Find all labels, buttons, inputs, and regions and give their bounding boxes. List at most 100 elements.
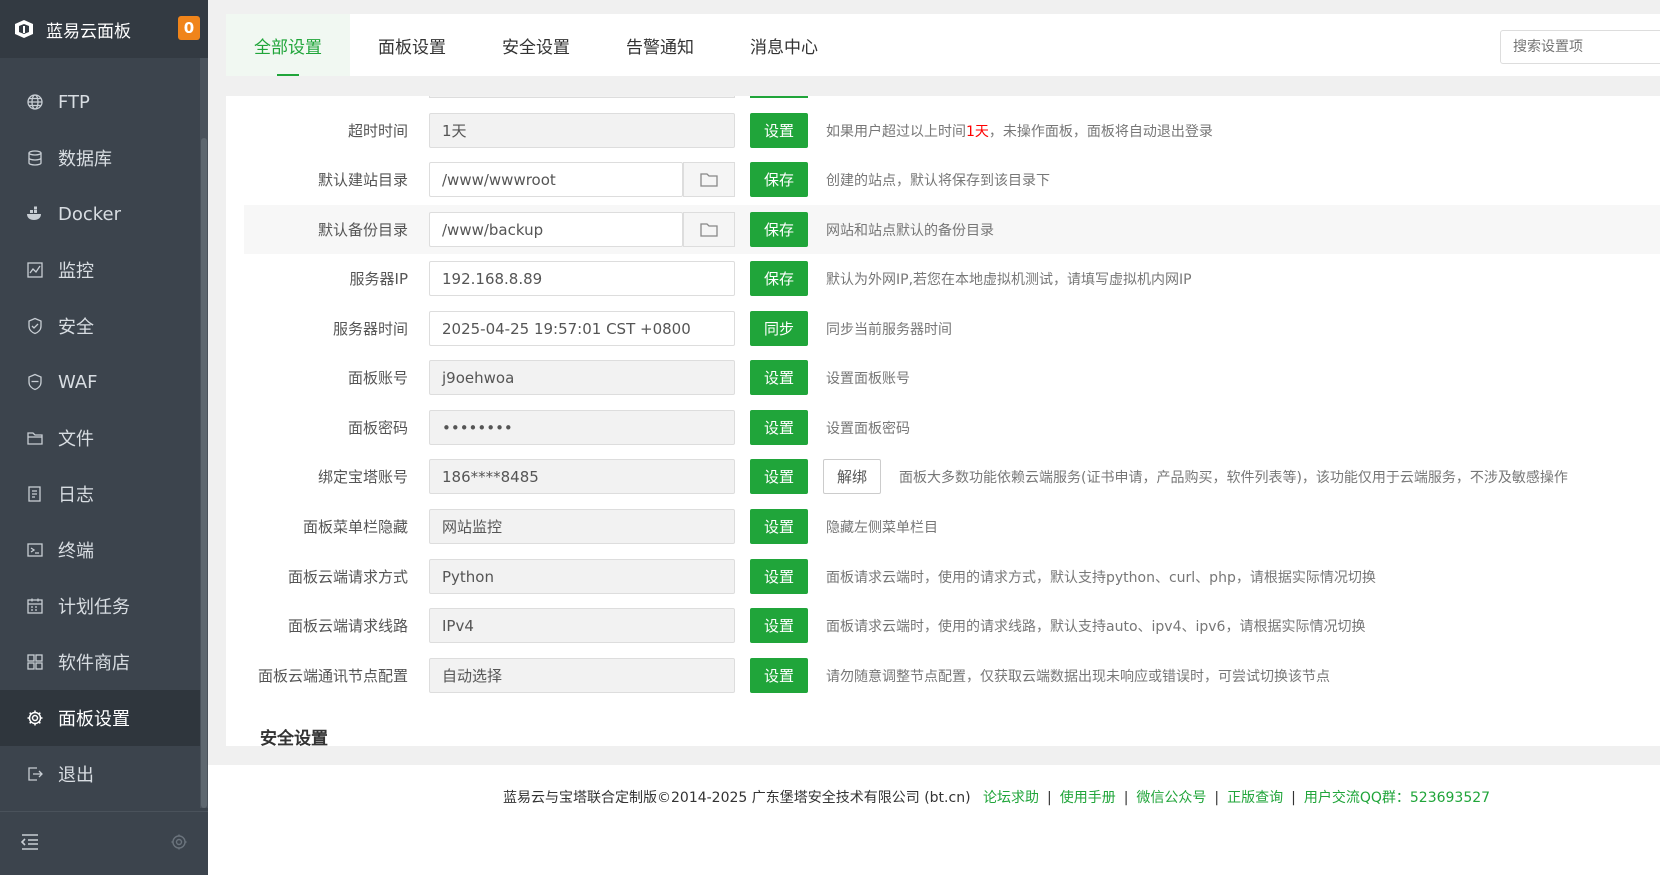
bind-account-set-button[interactable]: 设置 (750, 459, 808, 494)
sidebar-scrollbar[interactable] (200, 58, 208, 808)
notification-badge[interactable]: 0 (178, 16, 200, 40)
footer-separator: | (1291, 790, 1296, 806)
setting-label: 面板账号 (347, 369, 408, 387)
sidebar-item-store[interactable]: 软件商店 (0, 634, 208, 690)
sidebar-item-cron[interactable]: 计划任务 (0, 578, 208, 634)
setting-row-backup-dir: 默认备份目录 /www/backup 保存 网站和站点默认的备份目录 (244, 205, 1660, 254)
request-method-set-button[interactable]: 设置 (750, 559, 808, 594)
setting-label: 默认备份目录 (317, 221, 408, 239)
request-line-set-button[interactable]: 设置 (750, 608, 808, 643)
collapse-menu-icon[interactable] (20, 833, 40, 855)
partial-field (429, 96, 735, 98)
logout-icon (26, 765, 44, 783)
setting-hint: 网站和站点默认的备份目录 (826, 222, 994, 239)
request-method-field[interactable]: Python (429, 559, 735, 594)
backup-dir-save-button[interactable]: 保存 (750, 212, 808, 247)
sidebar-item-panel-settings[interactable]: 面板设置 (0, 690, 208, 746)
timeout-set-button[interactable]: 设置 (750, 113, 808, 148)
footer-link-genuine[interactable]: 正版查询 (1227, 790, 1283, 806)
logo-icon (12, 17, 36, 41)
docker-icon (26, 205, 44, 223)
footer-link-qq-group[interactable]: 用户交流QQ群：523693527 (1304, 790, 1490, 806)
setting-label: 面板云端通讯节点配置 (257, 667, 408, 685)
footer-link-wechat[interactable]: 微信公众号 (1136, 790, 1206, 806)
gear-icon (26, 709, 44, 727)
unbind-button[interactable]: 解绑 (823, 459, 881, 494)
sidebar-item-docker[interactable]: Docker (0, 186, 208, 242)
panel-account-field[interactable]: j9oehwoa (429, 360, 735, 395)
settings-gear-icon[interactable] (170, 833, 188, 855)
scrollbar-thumb[interactable] (201, 138, 207, 808)
setting-hint: 面板请求云端时，使用的请求线路，默认支持auto、ipv4、ipv6，请根据实际… (826, 618, 1366, 635)
footer-copyright: 蓝易云与宝塔联合定制版©2014-2025 广东堡塔安全技术有限公司 (bt.c… (503, 790, 971, 806)
bind-account-field[interactable]: 186****8485 (429, 459, 735, 494)
tab-message-center[interactable]: 消息中心 (722, 14, 846, 76)
timeout-field[interactable]: 1天 (429, 113, 735, 148)
setting-row-server-time: 服务器时间 2025-04-25 19:57:01 CST +0800 同步 同… (244, 304, 1660, 353)
setting-label: 面板云端请求线路 (287, 617, 408, 635)
footer-separator: | (1046, 790, 1052, 806)
sidebar-item-security[interactable]: 安全 (0, 298, 208, 354)
setting-label: 默认建站目录 (317, 171, 408, 189)
sidebar-item-waf[interactable]: WAF (0, 354, 208, 410)
section-title-security: 安全设置 (260, 729, 328, 746)
setting-row-site-dir: 默认建站目录 /www/wwwroot 保存 创建的站点，默认将保存到该目录下 (244, 155, 1660, 204)
sidebar-item-logout[interactable]: 退出 (0, 746, 208, 802)
tab-security-settings[interactable]: 安全设置 (474, 14, 598, 76)
server-time-field[interactable]: 2025-04-25 19:57:01 CST +0800 (429, 311, 735, 346)
brand-bar[interactable]: 蓝易云面板 0 (0, 0, 208, 58)
sidebar-item-terminal[interactable]: 终端 (0, 522, 208, 578)
menu-hide-set-button[interactable]: 设置 (750, 509, 808, 544)
brand-title: 蓝易云面板 (46, 21, 131, 42)
setting-row-request-line: 面板云端请求线路 IPv4 设置 面板请求云端时，使用的请求线路，默认支持aut… (244, 601, 1660, 650)
sync-time-button[interactable]: 同步 (750, 311, 808, 346)
sidebar-item-label: 文件 (58, 429, 94, 450)
sidebar-item-logs[interactable]: 日志 (0, 466, 208, 522)
request-line-field[interactable]: IPv4 (429, 608, 735, 643)
tab-alert-notify[interactable]: 告警通知 (598, 14, 722, 76)
footer-link-manual[interactable]: 使用手册 (1060, 790, 1116, 806)
setting-row-cloud-node: 面板云端通讯节点配置 自动选择 设置 请勿随意调整节点配置，仅获取云端数据出现未… (244, 651, 1660, 700)
cloud-node-set-button[interactable]: 设置 (750, 658, 808, 693)
settings-tabs: 全部设置 面板设置 安全设置 告警通知 消息中心 (226, 14, 1660, 76)
sidebar-item-files[interactable]: 文件 (0, 410, 208, 466)
sidebar-item-database[interactable]: 数据库 (0, 130, 208, 186)
menu-hide-field[interactable]: 网站监控 (429, 509, 735, 544)
setting-label: 面板密码 (347, 419, 408, 437)
server-ip-save-button[interactable]: 保存 (750, 261, 808, 296)
server-ip-field[interactable]: 192.168.8.89 (429, 261, 735, 296)
sidebar-item-label: 数据库 (58, 149, 112, 170)
setting-row-menu-hide: 面板菜单栏隐藏 网站监控 设置 隐藏左侧菜单栏目 (244, 502, 1660, 551)
sidebar-item-monitor[interactable]: 监控 (0, 242, 208, 298)
sidebar: 蓝易云面板 0 FTP 数据库 Docker 监控 安全 WAF 文件 日志 终… (0, 0, 208, 875)
folder-picker-button[interactable] (683, 212, 735, 247)
site-dir-field[interactable]: /www/wwwroot (429, 162, 683, 197)
backup-dir-field[interactable]: /www/backup (429, 212, 683, 247)
sidebar-item-label: 安全 (58, 317, 94, 338)
cloud-node-field[interactable]: 自动选择 (429, 658, 735, 693)
folder-picker-button[interactable] (683, 162, 735, 197)
site-dir-save-button[interactable]: 保存 (750, 162, 808, 197)
setting-hint: 创建的站点，默认将保存到该目录下 (826, 172, 1050, 189)
panel-password-set-button[interactable]: 设置 (750, 410, 808, 445)
sidebar-item-label: 终端 (58, 541, 94, 562)
tab-all-settings[interactable]: 全部设置 (226, 14, 350, 76)
settings-search-input[interactable] (1500, 30, 1660, 64)
calendar-icon (26, 597, 44, 615)
sidebar-item-label: Docker (58, 203, 122, 225)
sidebar-item-label: 日志 (58, 485, 94, 506)
setting-hint: 如果用户超过以上时间1天，未操作面板，面板将自动退出登录 (826, 123, 1213, 140)
footer-text: 蓝易云与宝塔联合定制版©2014-2025 广东堡塔安全技术有限公司 (bt.c… (503, 787, 1490, 807)
sidebar-item-ftp[interactable]: FTP (0, 74, 208, 130)
sidebar-item-label: 退出 (58, 765, 94, 786)
globe-icon (26, 93, 44, 111)
panel-password-field[interactable]: •••••••• (429, 410, 735, 445)
tab-panel-settings[interactable]: 面板设置 (350, 14, 474, 76)
footer-link-forum[interactable]: 论坛求助 (983, 790, 1039, 806)
setting-row-panel-account: 面板账号 j9oehwoa 设置 设置面板账号 (244, 353, 1660, 402)
setting-label: 面板菜单栏隐藏 (302, 518, 408, 536)
folder-icon (26, 429, 44, 447)
panel-account-set-button[interactable]: 设置 (750, 360, 808, 395)
terminal-icon (26, 541, 44, 559)
setting-hint: 面板大多数功能依赖云端服务(证书申请，产品购买，软件列表等)，该功能仅用于云端服… (899, 469, 1568, 486)
